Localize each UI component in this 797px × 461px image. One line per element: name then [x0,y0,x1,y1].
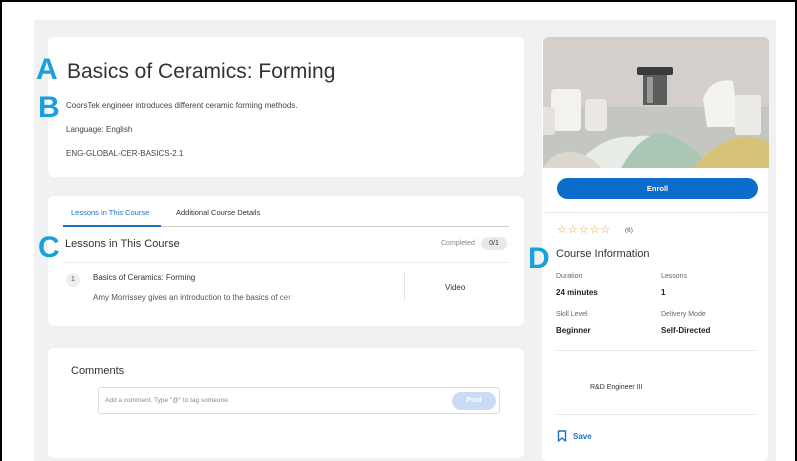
delivery-mode-value: Self-Directed [661,326,711,335]
duration-value: 24 minutes [556,288,598,297]
bookmark-icon[interactable] [557,430,567,442]
annotation-marker-b: B [38,91,60,124]
lessons-count-value: 1 [661,288,666,297]
lessons-divider [63,262,509,263]
duration-label: Duration [556,273,583,280]
completed-label: Completed [441,240,475,247]
rating-stars: ☆☆☆☆☆ [557,224,612,236]
lesson-number-badge: 1 [66,273,80,287]
course-description: CoorsTek engineer introduces different c… [66,101,298,110]
save-divider [556,414,756,415]
enroll-button[interactable]: Enroll [557,178,758,199]
comments-heading: Comments [71,365,125,377]
annotation-marker-d: D [528,242,550,275]
lesson-row-separator [404,272,405,300]
course-code: ENG-GLOBAL-CER-BASICS-2.1 [66,149,184,158]
course-hero-image [543,37,769,168]
annotation-marker-a: A [36,53,58,86]
lesson-title-link[interactable]: Basics of Ceramics: Forming [93,273,195,282]
tab-lessons-in-this-course[interactable]: Lessons in This Course [71,208,149,217]
lessons-heading: Lessons in This Course [65,238,180,250]
delivery-mode-label: Delivery Mode [661,311,706,318]
lesson-description: Amy Morrissey gives an introduction to t… [93,293,291,302]
completed-count-badge: 0/1 [481,237,507,250]
target-role: R&D Engineer III [590,384,643,391]
rating-count: (6) [625,227,633,234]
lesson-type-label: Video [445,283,466,292]
course-information-heading: Course Information [556,248,650,260]
skill-level-label: Skill Level [556,311,588,318]
skill-level-value: Beginner [556,326,591,335]
lessons-count-label: Lessons [661,273,688,280]
info-divider [556,350,756,351]
course-language: Language: English [66,125,133,134]
tab-additional-course-details[interactable]: Additional Course Details [176,208,260,217]
active-tab-indicator [63,225,161,227]
save-button[interactable]: Save [573,432,592,441]
post-button[interactable]: Post [452,392,496,410]
ceramic-powders-illustration [543,37,769,168]
enroll-divider [543,212,769,213]
course-title: Basics of Ceramics: Forming [67,60,336,83]
comment-input[interactable] [105,394,425,407]
annotation-marker-c: C [38,231,60,264]
